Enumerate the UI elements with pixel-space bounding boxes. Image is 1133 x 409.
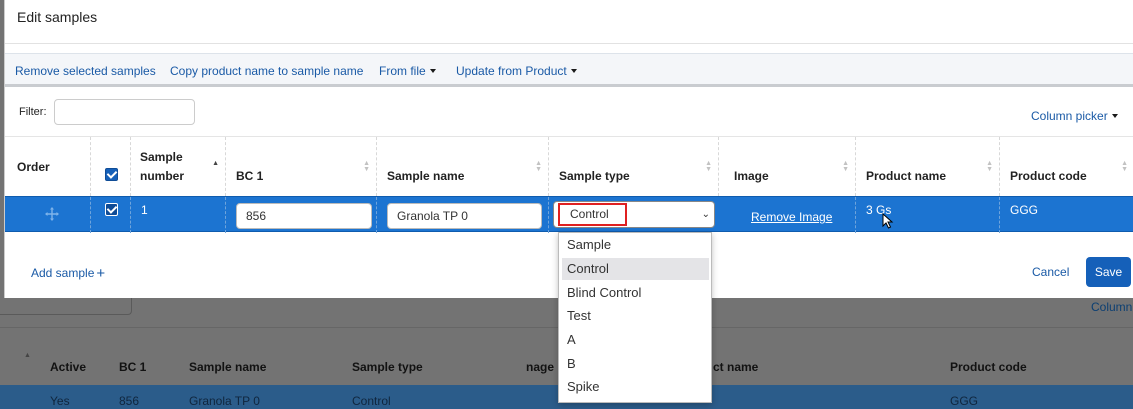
filter-input[interactable]: [54, 99, 195, 125]
column-picker-label: Column picker: [1031, 109, 1108, 123]
caret-down-icon: [429, 69, 436, 73]
background-column-picker: Column: [1091, 300, 1133, 314]
col-product-code-label: Product code: [1010, 169, 1087, 183]
col-order-label: Order: [17, 160, 50, 174]
col-sample-type[interactable]: Sample type ▲ ▼: [549, 137, 719, 196]
modal-title: Edit samples: [17, 9, 98, 25]
remove-selected-samples-link[interactable]: Remove selected samples: [15, 64, 156, 78]
col-sample-number[interactable]: Sample number ▲: [131, 137, 226, 196]
col-sample-number-label-line2: number: [140, 169, 185, 183]
col-order[interactable]: Order: [5, 137, 91, 196]
col-sample-name[interactable]: Sample name ▲ ▼: [377, 137, 549, 196]
option-a[interactable]: A: [562, 329, 709, 351]
col-sample-name-label: Sample name: [387, 169, 465, 183]
background-cell-bc1: 856: [119, 394, 140, 408]
col-select: [91, 137, 131, 196]
col-product-name[interactable]: Product name ▲ ▼: [856, 137, 1000, 196]
product-code-value: GGG: [1010, 203, 1039, 217]
col-sample-number-label-line1: Sample: [140, 150, 183, 164]
sort-icon: ▲ ▼: [842, 160, 849, 173]
add-sample-button[interactable]: Add sample +: [31, 265, 105, 282]
option-control[interactable]: Control: [562, 258, 709, 280]
bc1-input[interactable]: 856: [236, 203, 372, 229]
table-header: Order Sample number ▲ BC 1 ▲ ▼ Sample nam…: [5, 136, 1133, 196]
cell-select: [91, 197, 131, 233]
toolbar: Remove selected samples Copy product nam…: [5, 53, 1133, 87]
cancel-button[interactable]: Cancel: [1032, 265, 1069, 279]
cell-order: [5, 197, 91, 233]
background-cell-sample-name: Granola TP 0: [189, 394, 260, 408]
filter-label: Filter:: [19, 106, 47, 118]
move-handle-icon[interactable]: [44, 206, 60, 222]
option-test[interactable]: Test: [562, 305, 709, 327]
col-image-label: Image: [734, 169, 769, 183]
update-from-product-label: Update from Product: [456, 64, 567, 78]
copy-product-name-link[interactable]: Copy product name to sample name: [170, 64, 363, 78]
remove-image-link[interactable]: Remove Image: [751, 210, 832, 224]
background-cell-sample-type: Control: [352, 394, 391, 408]
sample-type-dropdown-list: Sample Control Blind Control Test A B Sp…: [558, 232, 712, 403]
col-product-name-label: Product name: [866, 169, 947, 183]
col-image[interactable]: Image ▲ ▼: [719, 137, 856, 196]
sort-icon: ▲: [24, 352, 31, 359]
mouse-cursor-icon: [882, 213, 894, 229]
col-bc1[interactable]: BC 1 ▲ ▼: [226, 137, 377, 196]
sort-asc-icon: ▲: [212, 160, 219, 167]
select-all-checkbox[interactable]: [105, 168, 118, 181]
sort-icon: ▲ ▼: [363, 160, 370, 173]
option-b[interactable]: B: [562, 353, 709, 375]
sort-icon: ▲ ▼: [986, 160, 993, 173]
background-col-product-code: Product code: [950, 360, 1027, 374]
column-picker-dropdown[interactable]: Column picker: [1031, 109, 1118, 123]
col-product-code[interactable]: Product code ▲ ▼: [1000, 137, 1133, 196]
chevron-down-icon: ⌄: [701, 209, 710, 220]
background-cell-product-code: GGG: [950, 394, 979, 408]
background-cell-active: Yes: [50, 394, 70, 408]
option-blind-control[interactable]: Blind Control: [562, 282, 709, 304]
cell-product-name: 3 Gs: [856, 197, 1000, 233]
row-select-checkbox[interactable]: [105, 203, 118, 216]
col-sample-type-label: Sample type: [559, 169, 630, 183]
background-col-product-name: ct name: [713, 360, 759, 374]
from-file-dropdown[interactable]: From file: [379, 64, 436, 78]
add-sample-label: Add sample: [31, 266, 95, 280]
update-from-product-dropdown[interactable]: Update from Product: [456, 64, 577, 78]
sample-name-input[interactable]: Granola TP 0: [387, 203, 542, 229]
sort-icon: ▲ ▼: [1121, 160, 1128, 173]
sort-icon: ▲ ▼: [535, 160, 542, 173]
cell-bc1: 856: [226, 197, 377, 233]
caret-down-icon: [1111, 114, 1118, 118]
sample-type-selected-value: Control: [558, 203, 627, 226]
background-col-image: nage: [526, 360, 555, 374]
sort-icon: ▲ ▼: [705, 160, 712, 173]
background-search-box: [0, 295, 132, 315]
background-col-active: Active: [50, 360, 87, 374]
plus-icon: +: [96, 265, 106, 282]
col-bc1-label: BC 1: [236, 169, 264, 183]
cell-product-code: GGG: [1000, 197, 1133, 233]
sample-number-value: 1: [141, 203, 148, 217]
caret-down-icon: [570, 69, 577, 73]
background-col-sample-name: Sample name: [189, 360, 267, 374]
option-sample[interactable]: Sample: [562, 234, 709, 256]
background-col-sample-type: Sample type: [352, 360, 423, 374]
modal-header: Edit samples: [5, 0, 1133, 44]
from-file-label: From file: [379, 64, 426, 78]
table-row[interactable]: 1 856 Granola TP 0 Control ⌄ Remove Imag…: [5, 196, 1133, 233]
background-col-bc1: BC 1: [119, 360, 147, 374]
cell-sample-name: Granola TP 0: [377, 197, 549, 233]
save-button[interactable]: Save: [1086, 257, 1131, 287]
cell-sample-number: 1: [131, 197, 226, 233]
option-spike[interactable]: Spike: [562, 376, 709, 398]
sample-type-select[interactable]: Control ⌄: [553, 201, 715, 228]
